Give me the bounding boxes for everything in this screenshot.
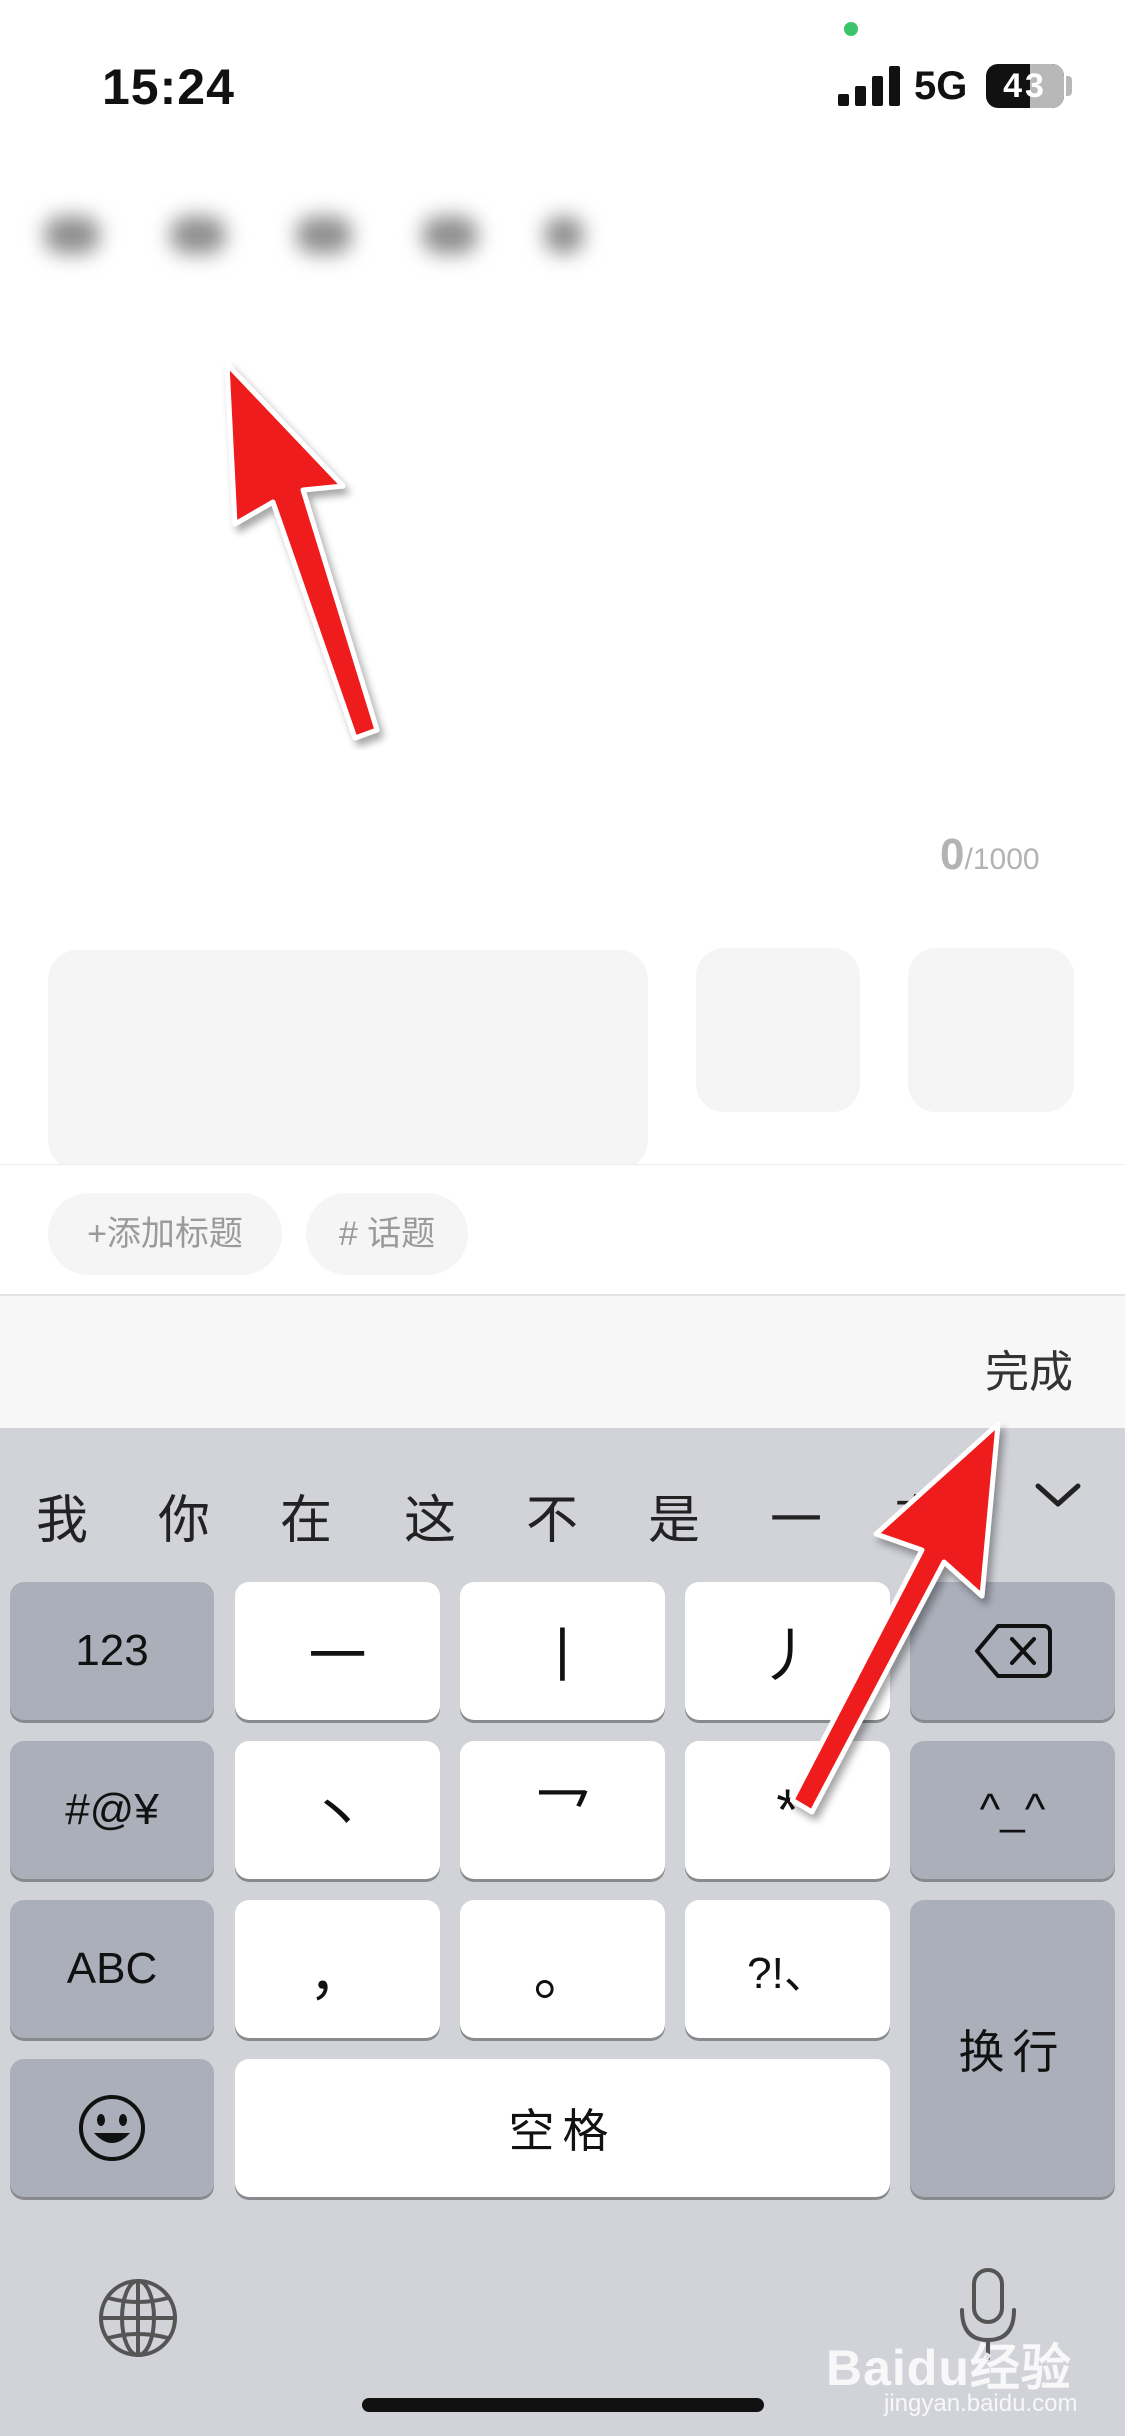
return-key[interactable]: 换行 (910, 1900, 1115, 2197)
stroke-dian-key[interactable]: 丶 (235, 1741, 440, 1879)
topic-chip[interactable]: # 话题 (306, 1193, 468, 1275)
stroke-heng-label: 一 (308, 1624, 367, 1689)
period-key[interactable]: 。 (460, 1900, 665, 2038)
candidate-word[interactable]: 在 (280, 1478, 332, 1553)
emoji-key[interactable] (10, 2059, 214, 2197)
emoji-icon (79, 2095, 145, 2161)
blurred-title-text[interactable] (10, 186, 610, 278)
numbers-key-label: 123 (75, 1626, 149, 1675)
numbers-key[interactable]: 123 (10, 1582, 214, 1720)
comma-label: ， (308, 1942, 367, 2007)
annotation-arrow-up-right (790, 1421, 1001, 1815)
character-count-current: 0 (940, 830, 965, 879)
chevron-down-icon[interactable] (1030, 1470, 1086, 1520)
camera-indicator-dot (844, 22, 858, 36)
space-key-label: 空格 (508, 2105, 617, 2157)
battery-cap (1066, 76, 1072, 96)
image-placeholder-small-2[interactable] (908, 948, 1074, 1112)
stroke-dian-label: 丶 (308, 1783, 367, 1848)
candidate-word[interactable]: 你 (158, 1478, 210, 1553)
space-key[interactable]: 空格 (235, 2059, 890, 2197)
candidate-word[interactable]: 我 (36, 1478, 88, 1553)
stroke-heng-key[interactable]: 一 (235, 1582, 440, 1720)
abc-key[interactable]: ABC (10, 1900, 214, 2038)
return-key-label: 换行 (958, 2025, 1067, 2078)
period-label: 。 (533, 1942, 592, 2007)
battery-icon: 43 (986, 64, 1064, 108)
abc-key-label: ABC (66, 1944, 158, 1993)
symbols-key-label: #@¥ (65, 1785, 159, 1834)
candidate-word[interactable]: 这 (404, 1478, 456, 1553)
stroke-zhe-label: 乛 (533, 1783, 592, 1848)
candidate-word[interactable]: 是 (648, 1478, 700, 1553)
punctuation-key[interactable]: ?!、 (685, 1900, 890, 2038)
done-button[interactable]: 完成 (985, 1336, 1073, 1400)
comma-key[interactable]: ， (235, 1900, 440, 2038)
globe-icon[interactable] (96, 2276, 180, 2360)
stroke-shu-label: 丨 (533, 1624, 592, 1689)
add-title-chip[interactable]: +添加标题 (48, 1193, 282, 1275)
signal-icon (838, 66, 900, 106)
network-type: 5G (914, 64, 968, 108)
symbols-key[interactable]: #@¥ (10, 1741, 214, 1879)
annotation-arrow-up-left (224, 361, 380, 741)
battery-level: 43 (1003, 67, 1047, 105)
candidate-word[interactable]: 不 (526, 1478, 578, 1553)
image-placeholder-large[interactable] (48, 950, 648, 1170)
status-time: 15:24 (102, 59, 235, 115)
home-indicator (362, 2398, 764, 2412)
watermark-url: jingyan.baidu.com (884, 2390, 1078, 2417)
punctuation-label: ?!、 (747, 1949, 828, 1998)
character-counter: 0/1000 (940, 830, 1040, 880)
image-placeholder-small-1[interactable] (696, 948, 860, 1112)
character-count-max: /1000 (964, 843, 1040, 876)
stroke-zhe-key[interactable]: 乛 (460, 1741, 665, 1879)
stroke-shu-key[interactable]: 丨 (460, 1582, 665, 1720)
